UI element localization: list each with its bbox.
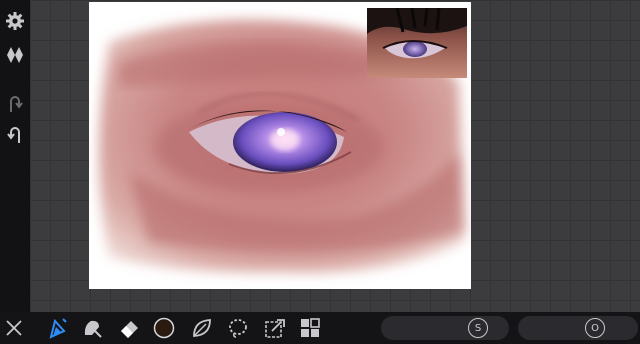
smudge-icon[interactable] — [80, 316, 104, 340]
close-icon[interactable] — [2, 316, 26, 340]
leaf-icon[interactable] — [190, 316, 214, 340]
eraser-icon[interactable] — [117, 316, 141, 340]
undo-icon[interactable] — [3, 92, 27, 116]
layers-diamond-icon[interactable] — [3, 43, 27, 67]
reference-photo[interactable] — [367, 8, 467, 78]
brush-icon[interactable] — [45, 316, 69, 340]
opacity-slider-knob[interactable]: O — [585, 318, 605, 338]
lasso-selection-icon[interactable] — [226, 316, 250, 340]
color-swatch[interactable] — [152, 316, 176, 340]
drawing-canvas[interactable] — [89, 2, 471, 289]
brush-size-slider[interactable]: S — [381, 316, 509, 340]
transform-icon[interactable] — [263, 316, 287, 340]
bottom-toolbar: S O — [0, 312, 640, 344]
left-sidebar — [0, 0, 30, 312]
opacity-slider[interactable]: O — [518, 316, 638, 340]
size-slider-knob[interactable]: S — [468, 318, 488, 338]
gear-icon[interactable] — [3, 9, 27, 33]
redo-icon[interactable] — [3, 123, 27, 147]
layers-grid-icon[interactable] — [298, 316, 322, 340]
